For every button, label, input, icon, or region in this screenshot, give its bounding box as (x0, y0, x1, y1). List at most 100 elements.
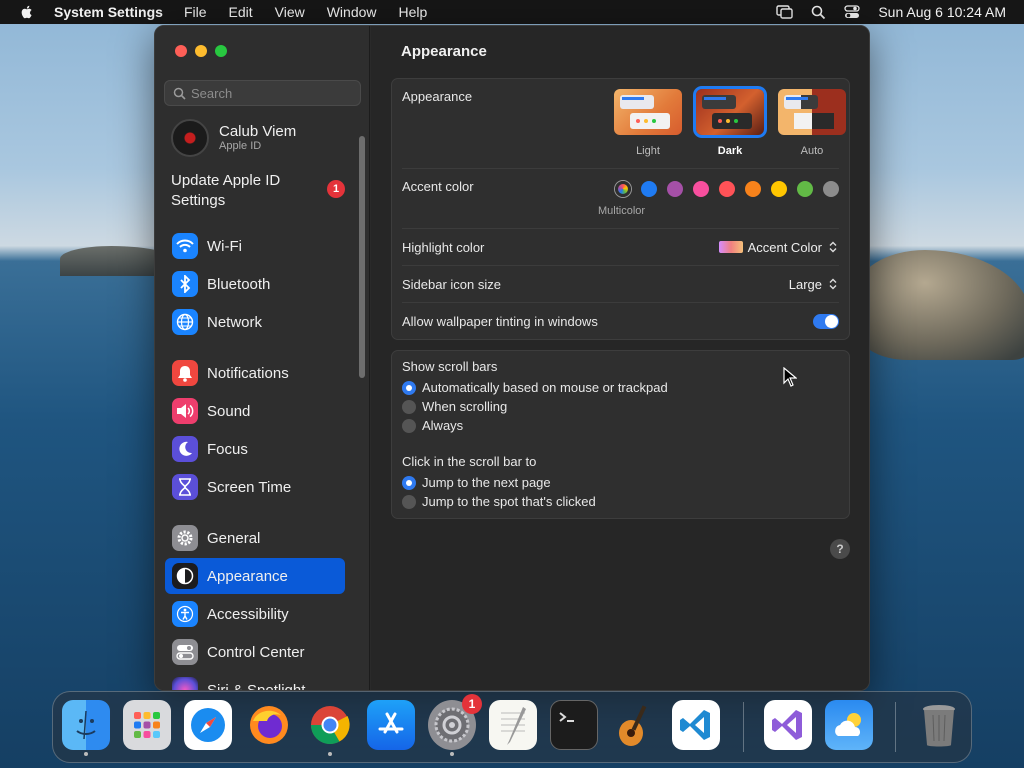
scroll-bars-option-automatic[interactable]: Automatically based on mouse or trackpad (402, 378, 668, 397)
search-input[interactable] (191, 85, 351, 101)
radio-label: Jump to the spot that's clicked (422, 494, 596, 509)
dock-trash[interactable] (915, 700, 963, 750)
dock-chrome[interactable] (306, 700, 354, 756)
accent-swatch-graphite[interactable] (823, 181, 839, 197)
terminal-prompt-icon (559, 712, 574, 722)
menu-file[interactable]: File (184, 4, 207, 20)
sidebar-item-general[interactable]: General (165, 520, 345, 556)
sidebar-item-screen-time[interactable]: Screen Time (165, 469, 345, 505)
update-apple-id-row[interactable]: Update Apple ID Settings 1 (171, 171, 345, 211)
appearance-settings-card: Appearance Light Dark Auto Accent color … (391, 78, 850, 340)
speaker-icon (172, 398, 198, 424)
control-center-icon[interactable] (844, 5, 860, 19)
minimize-window-button[interactable] (195, 45, 207, 57)
auto-theme-preview (778, 89, 846, 135)
menu-app-name[interactable]: System Settings (54, 4, 163, 20)
screen-mirroring-icon[interactable] (776, 5, 794, 19)
apple-logo-icon[interactable] (19, 4, 35, 20)
dock-launchpad[interactable] (123, 700, 171, 750)
wallpaper-tinting-toggle[interactable] (813, 314, 839, 329)
sidebar-search[interactable] (164, 80, 361, 106)
launchpad-icon (134, 712, 160, 738)
dock-vscode[interactable] (672, 700, 720, 750)
radio-button[interactable] (402, 494, 416, 509)
accent-swatch-blue[interactable] (641, 181, 657, 197)
sidebar-scrollbar[interactable] (359, 136, 365, 378)
radio-button[interactable] (402, 475, 416, 490)
user-subtitle: Apple ID (219, 140, 262, 152)
highlight-color-select[interactable]: Accent Color (718, 239, 839, 255)
sidebar-icon-size-select[interactable]: Large (789, 276, 839, 292)
menu-window[interactable]: Window (327, 4, 377, 20)
scroll-bars-option-when-scrolling[interactable]: When scrolling (402, 397, 668, 416)
sidebar-icon-size-row: Sidebar icon size Large (402, 266, 839, 303)
sidebar-item-sound[interactable]: Sound (165, 393, 345, 429)
dock-visual-studio[interactable] (764, 700, 812, 750)
content-pane: Appearance Appearance Light Dark Auto Ac… (371, 26, 869, 690)
click-option-spot-clicked[interactable]: Jump to the spot that's clicked (402, 492, 596, 511)
menu-help[interactable]: Help (399, 4, 428, 20)
dock-firefox[interactable] (245, 700, 293, 750)
menu-clock[interactable]: Sun Aug 6 10:24 AM (878, 4, 1006, 20)
apple-id-row[interactable]: Calub Viem Apple ID (171, 116, 296, 160)
sidebar-item-wifi[interactable]: Wi-Fi (165, 228, 345, 264)
accent-swatch-multicolor[interactable] (615, 181, 631, 197)
help-button[interactable]: ? (830, 539, 850, 559)
zoom-window-button[interactable] (215, 45, 227, 57)
menu-edit[interactable]: Edit (229, 4, 253, 20)
dock-finder[interactable] (62, 700, 110, 756)
dock-app-store[interactable] (367, 700, 415, 750)
dock-separator (743, 702, 744, 752)
chevron-updown-icon (827, 239, 839, 255)
sidebar-item-accessibility[interactable]: Accessibility (165, 596, 345, 632)
search-icon (173, 87, 186, 100)
dock-terminal[interactable] (550, 700, 598, 750)
accent-swatch-pink[interactable] (693, 181, 709, 197)
accent-swatch-red[interactable] (719, 181, 735, 197)
menu-view[interactable]: View (275, 4, 305, 20)
theme-option-dark[interactable]: Dark (693, 86, 767, 157)
radio-button[interactable] (402, 399, 416, 414)
accessibility-icon (172, 601, 198, 627)
dock: 1 (52, 691, 972, 763)
dock-safari[interactable] (184, 700, 232, 750)
dock-textedit[interactable] (489, 700, 537, 750)
radio-button[interactable] (402, 380, 416, 395)
dock-separator (895, 702, 896, 752)
vscode-icon (680, 710, 710, 740)
sidebar-item-network[interactable]: Network (165, 304, 345, 340)
dock-weather[interactable] (825, 700, 873, 750)
chevron-updown-icon (827, 276, 839, 292)
radio-button[interactable] (402, 418, 416, 433)
radio-label: When scrolling (422, 399, 508, 414)
sidebar-item-appearance[interactable]: Appearance (165, 558, 345, 594)
sidebar-item-notifications[interactable]: Notifications (165, 355, 345, 391)
sidebar-list[interactable]: Calub Viem Apple ID Update Apple ID Sett… (155, 114, 370, 690)
scroll-bars-option-always[interactable]: Always (402, 416, 668, 435)
accent-swatch-orange[interactable] (745, 181, 761, 197)
appearance-icon (172, 563, 198, 589)
sidebar-item-siri-spotlight[interactable]: Siri & Spotlight (165, 672, 345, 690)
accent-swatch-green[interactable] (797, 181, 813, 197)
highlight-color-row: Highlight color Accent Color (402, 229, 839, 266)
sidebar-item-focus[interactable]: Focus (165, 431, 345, 467)
highlight-color-label: Highlight color (402, 240, 485, 255)
accent-swatch-purple[interactable] (667, 181, 683, 197)
click-scroll-bar-title: Click in the scroll bar to (402, 454, 537, 469)
sidebar-item-control-center[interactable]: Control Center (165, 634, 345, 670)
trash-icon (923, 705, 955, 747)
accent-color-swatches (615, 181, 839, 197)
hourglass-icon (172, 474, 198, 500)
theme-option-auto[interactable]: Auto (776, 89, 848, 157)
sidebar-item-bluetooth[interactable]: Bluetooth (165, 266, 345, 302)
spotlight-search-icon[interactable] (811, 5, 826, 20)
theme-option-light[interactable]: Light (612, 89, 684, 157)
click-scroll-bar-group: Click in the scroll bar to Jump to the n… (402, 454, 596, 511)
accent-swatch-yellow[interactable] (771, 181, 787, 197)
dock-garageband[interactable] (611, 700, 659, 750)
click-option-next-page[interactable]: Jump to the next page (402, 473, 596, 492)
textedit-pen-icon (501, 707, 526, 745)
close-window-button[interactable] (175, 45, 187, 57)
dock-system-settings[interactable]: 1 (428, 694, 482, 756)
appearance-row: Appearance Light Dark Auto (402, 79, 846, 169)
